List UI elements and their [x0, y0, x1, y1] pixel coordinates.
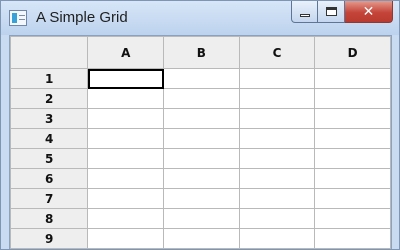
row-header-5[interactable]: 5	[10, 148, 89, 169]
grid-cell-d4[interactable]	[314, 128, 391, 149]
data-grid: A B C D 123456789	[10, 36, 391, 249]
grid-container: A B C D 123456789	[9, 35, 392, 249]
grid-cell-d7[interactable]	[314, 188, 391, 209]
grid-cell-b1[interactable]	[163, 68, 240, 89]
grid-cell-d1[interactable]	[314, 68, 391, 89]
grid-row: 3	[10, 108, 391, 129]
grid-cell-d8[interactable]	[314, 208, 391, 229]
grid-cell-a5[interactable]	[87, 148, 165, 169]
grid-cell-a9[interactable]	[87, 228, 165, 249]
grid-cell-c3[interactable]	[238, 108, 316, 129]
minimize-button[interactable]	[291, 1, 318, 23]
maximize-button[interactable]	[318, 1, 345, 23]
maximize-icon	[325, 7, 337, 16]
grid-row: 2	[10, 88, 391, 109]
row-header-4[interactable]: 4	[10, 128, 89, 149]
column-header-a[interactable]: A	[87, 36, 165, 69]
grid-cell-b3[interactable]	[163, 108, 240, 129]
grid-cell-c8[interactable]	[238, 208, 316, 229]
grid-cell-d9[interactable]	[314, 228, 391, 249]
grid-row: 5	[10, 148, 391, 169]
close-button[interactable]: ✕	[345, 1, 393, 23]
grid-cell-d2[interactable]	[314, 88, 391, 109]
title-bar[interactable]: A Simple Grid ✕	[1, 1, 399, 35]
grid-cell-b7[interactable]	[163, 188, 240, 209]
row-header-1[interactable]: 1	[10, 68, 89, 89]
grid-cell-d3[interactable]	[314, 108, 391, 129]
app-window-icon[interactable]	[9, 10, 27, 26]
grid-cell-c2[interactable]	[238, 88, 316, 109]
row-header-3[interactable]: 3	[10, 108, 89, 129]
grid-cell-c4[interactable]	[238, 128, 316, 149]
grid-cell-b6[interactable]	[163, 168, 240, 189]
grid-cell-a3[interactable]	[87, 108, 165, 129]
column-header-d[interactable]: D	[314, 36, 391, 69]
grid-corner[interactable]	[10, 36, 89, 69]
grid-cell-b5[interactable]	[163, 148, 240, 169]
column-header-c[interactable]: C	[238, 36, 316, 69]
grid-cell-a8[interactable]	[87, 208, 165, 229]
grid-cell-a2[interactable]	[87, 88, 165, 109]
grid-cell-b8[interactable]	[163, 208, 240, 229]
close-icon: ✕	[362, 3, 375, 20]
grid-cell-c1[interactable]	[238, 68, 316, 89]
minimize-icon	[299, 13, 310, 17]
row-header-7[interactable]: 7	[10, 188, 89, 209]
grid-cell-c5[interactable]	[238, 148, 316, 169]
grid-cell-b4[interactable]	[163, 128, 240, 149]
row-header-2[interactable]: 2	[10, 88, 89, 109]
grid-row: 6	[10, 168, 391, 189]
grid-cell-c7[interactable]	[238, 188, 316, 209]
grid-row: 7	[10, 188, 391, 209]
grid-row: 8	[10, 208, 391, 229]
grid-cell-c9[interactable]	[238, 228, 316, 249]
grid-cell-d5[interactable]	[314, 148, 391, 169]
grid-cell-b2[interactable]	[163, 88, 240, 109]
grid-cell-b9[interactable]	[163, 228, 240, 249]
row-header-9[interactable]: 9	[10, 228, 89, 249]
window-controls: ✕	[291, 1, 393, 23]
window-title: A Simple Grid	[36, 9, 128, 26]
grid-row: 9	[10, 228, 391, 249]
column-header-b[interactable]: B	[163, 36, 240, 69]
grid-cell-a7[interactable]	[87, 188, 165, 209]
grid-cell-a1[interactable]	[87, 68, 165, 89]
row-header-6[interactable]: 6	[10, 168, 89, 189]
column-header-row: A B C D	[10, 36, 391, 69]
row-header-8[interactable]: 8	[10, 208, 89, 229]
grid-cell-a6[interactable]	[87, 168, 165, 189]
grid-row: 1	[10, 68, 391, 89]
grid-cell-c6[interactable]	[238, 168, 316, 189]
app-window: A Simple Grid ✕ A B C D 1 2 3 4 5 6 7 8 …	[0, 0, 400, 250]
grid-row: 4	[10, 128, 391, 149]
grid-cell-a4[interactable]	[87, 128, 165, 149]
grid-cell-d6[interactable]	[314, 168, 391, 189]
